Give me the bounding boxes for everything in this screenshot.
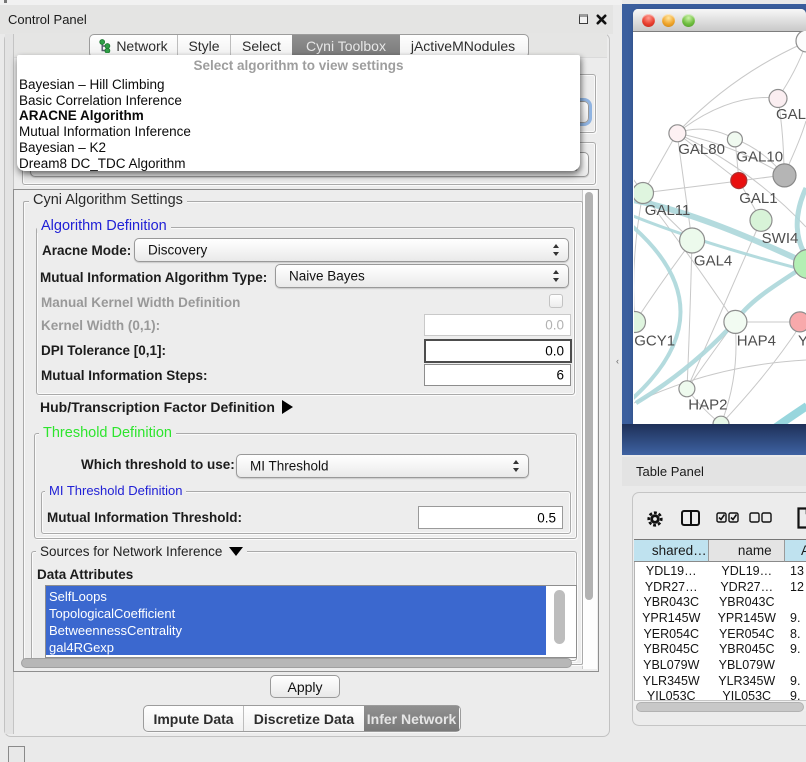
svg-text:GAL4: GAL4 xyxy=(694,252,732,269)
svg-text:GAL7: GAL7 xyxy=(776,106,806,123)
svg-text:GAL11: GAL11 xyxy=(645,202,691,219)
svg-text:GCY1: GCY1 xyxy=(634,332,675,349)
svg-text:GAL80: GAL80 xyxy=(678,141,725,158)
svg-text:GAL1: GAL1 xyxy=(739,190,777,207)
svg-text:HAP4: HAP4 xyxy=(737,332,776,349)
svg-text:HAP2: HAP2 xyxy=(688,397,727,414)
svg-text:YB: YB xyxy=(798,332,806,349)
svg-text:GAL10: GAL10 xyxy=(736,149,783,166)
svg-text:SWI4: SWI4 xyxy=(762,230,799,247)
